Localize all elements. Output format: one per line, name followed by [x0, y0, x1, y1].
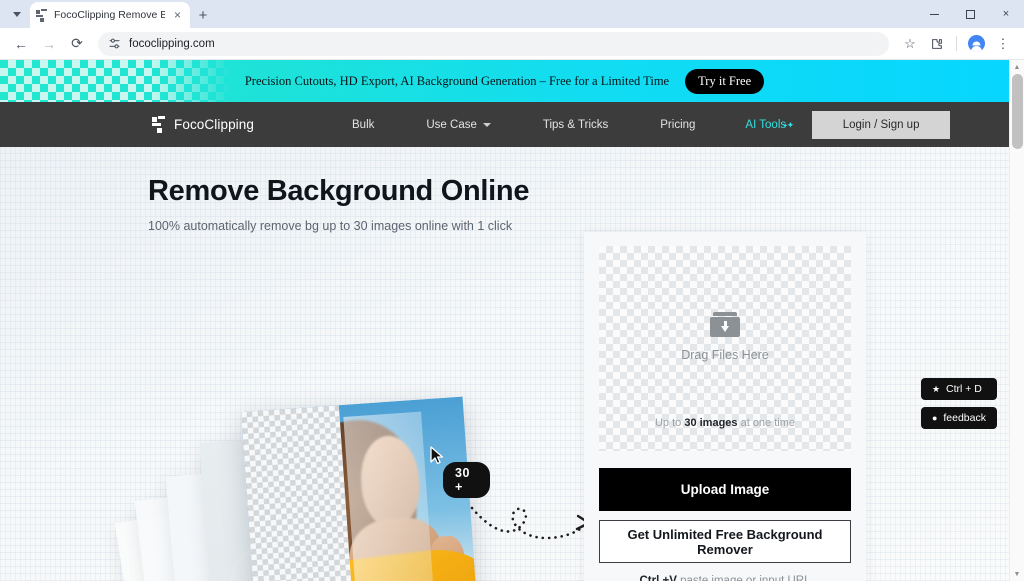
tab-search-button[interactable] — [4, 0, 30, 28]
upload-image-button[interactable]: Upload Image — [599, 468, 851, 511]
upload-folder-icon — [710, 312, 740, 337]
forward-button[interactable]: → — [36, 31, 62, 57]
scrollbar-thumb[interactable] — [1012, 74, 1023, 149]
dropzone-label: Drag Files Here — [681, 348, 769, 362]
scroll-up-arrow-icon[interactable]: ▲ — [1010, 60, 1024, 74]
site-navbar: FocoClipping Bulk Use Case Tips & Tricks… — [0, 102, 1009, 147]
window-maximize-button[interactable] — [952, 0, 988, 28]
profile-avatar-icon[interactable] — [963, 31, 989, 57]
browser-menu-icon[interactable]: ⋮ — [990, 31, 1016, 57]
input-url-link[interactable]: URL — [787, 575, 810, 581]
limit-prefix: Up to — [654, 417, 685, 429]
nav-item-label: Bulk — [352, 118, 375, 131]
bookmark-star-icon[interactable]: ☆ — [897, 31, 923, 57]
star-icon: ★ — [931, 383, 941, 394]
file-dropzone[interactable]: Drag Files Here Up to 30 images at one t… — [599, 246, 851, 451]
paste-text: paste image or input — [676, 575, 788, 581]
brand-logo[interactable]: FocoClipping — [152, 116, 254, 133]
hero-photo-stack: 30 + — [114, 394, 591, 581]
nav-item-label: Tips & Tricks — [542, 118, 609, 131]
nav-ai-tools-label: AI Tools — [745, 118, 787, 131]
url-text: fococlipping.com — [129, 37, 215, 50]
toolbar-actions: ☆ ⋮ — [897, 31, 1016, 57]
dropzone-limit-note: Up to 30 images at one time — [599, 417, 851, 429]
fococlipping-logo-icon — [152, 116, 165, 133]
site-settings-icon[interactable] — [108, 37, 121, 50]
nav-item-pricing[interactable]: Pricing — [634, 119, 721, 131]
page-scrollbar[interactable]: ▲ ▼ — [1009, 60, 1024, 581]
page-title: Remove Background Online — [148, 175, 530, 207]
speech-bubble-icon: ● — [931, 413, 938, 423]
bookmark-shortcut-button[interactable]: ★ Ctrl + D — [920, 378, 997, 400]
tab-title: FocoClipping Remove BG | Free — [54, 9, 165, 21]
address-bar[interactable]: fococlipping.com — [98, 31, 889, 56]
fococlipping-favicon-icon — [36, 9, 48, 22]
extensions-icon[interactable] — [924, 31, 950, 57]
window-close-button[interactable]: × — [988, 0, 1024, 28]
nav-item-label: Use Case — [426, 118, 477, 131]
floating-action-buttons: ★ Ctrl + D ● feedback — [920, 378, 997, 429]
page-subtitle: 100% automatically remove bg up to 30 im… — [148, 219, 513, 233]
limit-suffix: at one time — [737, 417, 796, 429]
page-content: Precision Cutouts, HD Export, AI Backgro… — [0, 60, 1009, 581]
promo-text: Precision Cutouts, HD Export, AI Backgro… — [244, 73, 670, 88]
back-button[interactable]: ← — [8, 31, 34, 57]
nav-links: Bulk Use Case Tips & Tricks Pricing AI T… — [326, 110, 951, 139]
window-controls: × — [916, 0, 1024, 28]
paste-shortcut: Ctrl +V — [639, 575, 677, 581]
nav-item-use-case[interactable]: Use Case — [400, 119, 517, 131]
chevron-down-icon — [482, 122, 491, 127]
tab-close-icon[interactable]: × — [171, 9, 184, 21]
login-signup-button[interactable]: Login / Sign up — [812, 110, 951, 139]
new-tab-button[interactable]: + — [190, 2, 216, 28]
chevron-down-icon — [13, 11, 21, 17]
nav-item-tips-tricks[interactable]: Tips & Tricks — [517, 119, 634, 131]
nav-item-bulk[interactable]: Bulk — [326, 119, 400, 131]
scroll-down-arrow-icon[interactable]: ▼ — [1010, 567, 1024, 581]
paste-hint: Ctrl +V paste image or input URL — [599, 575, 851, 581]
promo-banner: Precision Cutouts, HD Export, AI Backgro… — [0, 60, 1009, 102]
dotted-arrow-icon — [470, 506, 591, 540]
browser-tab-strip: FocoClipping Remove BG | Free × + × — [0, 0, 1024, 28]
brand-name: FocoClipping — [174, 117, 254, 132]
sparkle-small-icon: ✦ — [782, 122, 789, 130]
toolbar-divider — [956, 36, 957, 51]
cursor-pointer-icon — [430, 446, 444, 465]
limit-count: 30 images — [684, 417, 738, 429]
browser-tab[interactable]: FocoClipping Remove BG | Free × — [30, 2, 190, 28]
nav-item-ai-tools[interactable]: AI Tools ✦ ✦ — [721, 119, 808, 131]
reload-button[interactable]: ⟳ — [64, 31, 90, 57]
window-minimize-button[interactable] — [916, 0, 952, 28]
get-unlimited-button[interactable]: Get Unlimited Free Background Remover — [599, 520, 851, 563]
try-it-free-button[interactable]: Try it Free — [685, 68, 765, 94]
transparent-checkerboard-overlay — [241, 405, 357, 581]
nav-item-label: Pricing — [660, 118, 696, 131]
upload-panel: Drag Files Here Up to 30 images at one t… — [584, 232, 866, 581]
checkerboard-decoration — [0, 60, 240, 102]
feedback-button[interactable]: ● feedback — [920, 407, 997, 429]
feedback-label: feedback — [943, 412, 986, 424]
batch-count-badge: 30 + — [443, 462, 490, 498]
page-viewport: Precision Cutouts, HD Export, AI Backgro… — [0, 60, 1024, 581]
bookmark-shortcut-label: Ctrl + D — [946, 383, 982, 395]
browser-toolbar: ← → ⟳ fococlipping.com ☆ ⋮ — [0, 28, 1024, 60]
